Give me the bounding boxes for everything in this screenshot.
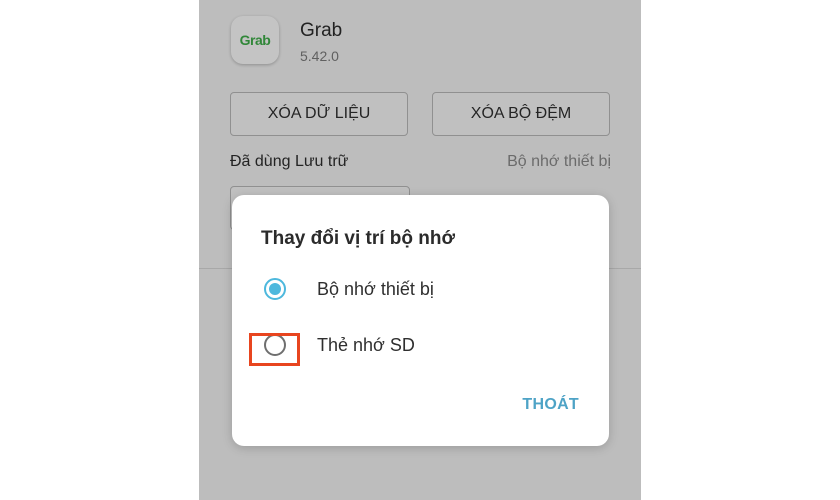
change-storage-dialog: Thay đổi vị trí bộ nhớ Bộ nhớ thiết bị T…: [232, 195, 609, 446]
dialog-title: Thay đổi vị trí bộ nhớ: [261, 228, 456, 249]
option-device-storage[interactable]: Bộ nhớ thiết bị: [232, 269, 609, 309]
highlight-annotation-box: [249, 333, 300, 366]
radio-checked-icon[interactable]: [264, 278, 286, 300]
option-label: Thẻ nhớ SD: [317, 335, 415, 355]
option-label: Bộ nhớ thiết bị: [317, 279, 434, 299]
exit-button[interactable]: THOÁT: [522, 396, 579, 414]
